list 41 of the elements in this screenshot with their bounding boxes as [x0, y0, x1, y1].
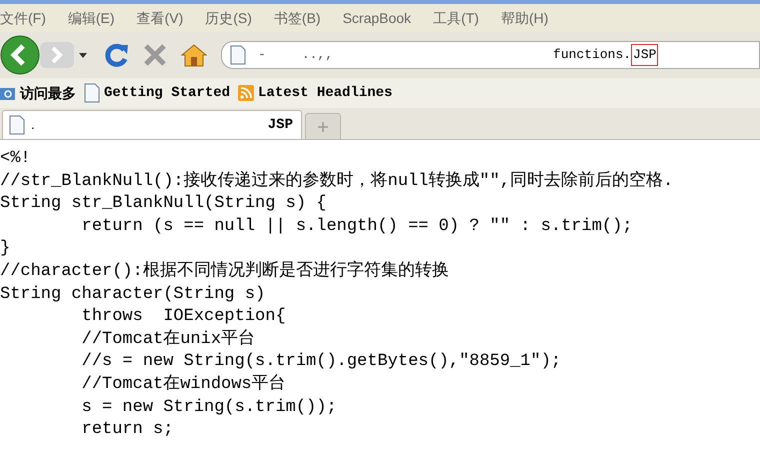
- menu-item[interactable]: 工具(T): [433, 8, 479, 28]
- url-text: -: [258, 46, 266, 64]
- code-line: //character():根据不同情况判断是否进行字符集的转换: [0, 260, 449, 283]
- reload-icon[interactable]: [103, 42, 129, 68]
- code-line: //Tomcat在windows平台: [80, 374, 286, 396]
- plus-icon: [318, 122, 328, 132]
- address-field[interactable]: - ..,, functions.JSP: [221, 41, 760, 69]
- code-line: <%!: [0, 148, 31, 170]
- page-icon: [230, 45, 246, 65]
- highlighted-text: JSP: [631, 44, 658, 66]
- url-text: ..,,: [302, 46, 334, 64]
- code-line: //s = new String(s.trim().getBytes(),"8859_1");: [80, 351, 562, 374]
- bookmark-link[interactable]: Getting Started: [104, 82, 230, 104]
- menu-item[interactable]: 查看(V): [136, 8, 184, 28]
- menu-item[interactable]: 编辑(E): [68, 8, 115, 28]
- folder-icon: [0, 85, 16, 101]
- home-icon[interactable]: [181, 43, 207, 67]
- page-icon: [84, 83, 100, 103]
- code-line: throws IOException{: [80, 306, 286, 328]
- feed-icon: [238, 85, 254, 101]
- stop-icon[interactable]: [143, 43, 167, 67]
- menu-item[interactable]: 帮助(H): [500, 8, 548, 28]
- bookmark-link[interactable]: Latest Headlines: [258, 82, 392, 104]
- back-button[interactable]: [0, 35, 40, 75]
- browser-tab[interactable]: . JSP: [2, 110, 302, 139]
- menu-item[interactable]: ScrapBook: [342, 8, 412, 28]
- menu-item[interactable]: 历史(S): [205, 8, 252, 28]
- code-line: return (s == null || s.length() == 0) ? "" : s.trim();: [80, 216, 633, 238]
- menu-item[interactable]: 文件(F): [0, 8, 46, 28]
- code-line: s = new String(s.trim());: [80, 396, 337, 419]
- dropdown-icon[interactable]: [77, 51, 89, 59]
- page-icon: [9, 115, 25, 135]
- code-line: String str_BlankNull(String s) {: [0, 193, 326, 216]
- menu-item[interactable]: 书签(B): [274, 8, 321, 28]
- code-line: }: [0, 238, 10, 260]
- url-text: functions.: [553, 46, 632, 64]
- bookmark-link[interactable]: 访问最多: [20, 82, 76, 104]
- code-line: String character(String s): [0, 284, 266, 306]
- code-line: return s;: [80, 419, 174, 442]
- code-line: //str_BlankNull():接收传递过来的参数时，将null转换成"",同时去除前后的空格.: [0, 170, 674, 193]
- code-line: //Tomcat在unix平台: [80, 328, 256, 351]
